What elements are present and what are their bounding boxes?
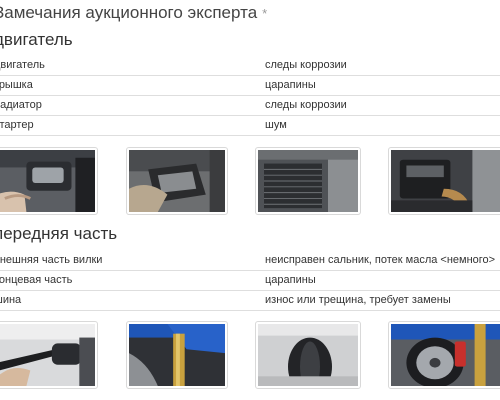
photo-thumbnail-front-1[interactable] [0,321,98,389]
part-name: двигатель [0,59,45,71]
table-row: внешняя часть вилки неисправен сальник, … [0,251,500,271]
section-title-front: передняя часть [0,224,118,243]
radiator-photo-icon [258,150,358,212]
remarks-table-engine: двигатель следы коррозии крышка царапины… [0,56,500,136]
remark-text: царапины [265,274,316,286]
engine-right-side-icon [391,150,500,212]
page-title-text: Замечания аукционного эксперта [0,3,258,22]
front-tire-photo-icon [258,324,358,386]
remark-text: неисправен сальник, потек масла <немного… [265,254,496,266]
photo-gallery-engine [0,147,500,219]
photo-thumbnail-engine-3[interactable] [255,147,361,215]
title-marker: * [262,6,268,21]
photo-gallery-front [0,321,500,393]
page-title: Замечания аукционного эксперта * [0,0,267,26]
remark-text: износ или трещина, требует замены [265,294,451,306]
engine-photo-icon [0,150,95,212]
part-name: концевая часть [0,274,73,286]
part-name: шина [0,294,22,306]
auction-expert-remarks: Замечания аукционного эксперта * двигател… [0,0,500,400]
remark-text: следы коррозии [265,99,347,111]
part-name: стартер [0,119,34,131]
remark-text: следы коррозии [265,59,347,71]
part-name: внешняя часть вилки [0,254,103,266]
table-row: шина износ или трещина, требует замены [0,291,500,311]
remark-text: царапины [265,79,316,91]
front-fork-photo-icon [129,324,225,386]
photo-thumbnail-engine-2[interactable] [126,147,228,215]
front-wheel-brake-photo-icon [391,324,500,386]
table-row: концевая часть царапины [0,271,500,291]
remarks-table-front: внешняя часть вилки неисправен сальник, … [0,251,500,311]
handlebar-photo-icon [0,324,95,386]
photo-thumbnail-engine-4[interactable] [388,147,500,215]
photo-thumbnail-front-4[interactable] [388,321,500,389]
table-row: двигатель следы коррозии [0,56,500,76]
table-row: радиатор следы коррозии [0,96,500,116]
remark-text: шум [265,119,287,131]
photo-thumbnail-engine-1[interactable] [0,147,98,215]
table-row: крышка царапины [0,76,500,96]
engine-underside-icon [129,150,225,212]
photo-thumbnail-front-2[interactable] [126,321,228,389]
part-name: радиатор [0,99,42,111]
section-title-engine: двигатель [0,30,73,49]
photo-thumbnail-front-3[interactable] [255,321,361,389]
table-row: стартер шум [0,116,500,136]
part-name: крышка [0,79,33,91]
